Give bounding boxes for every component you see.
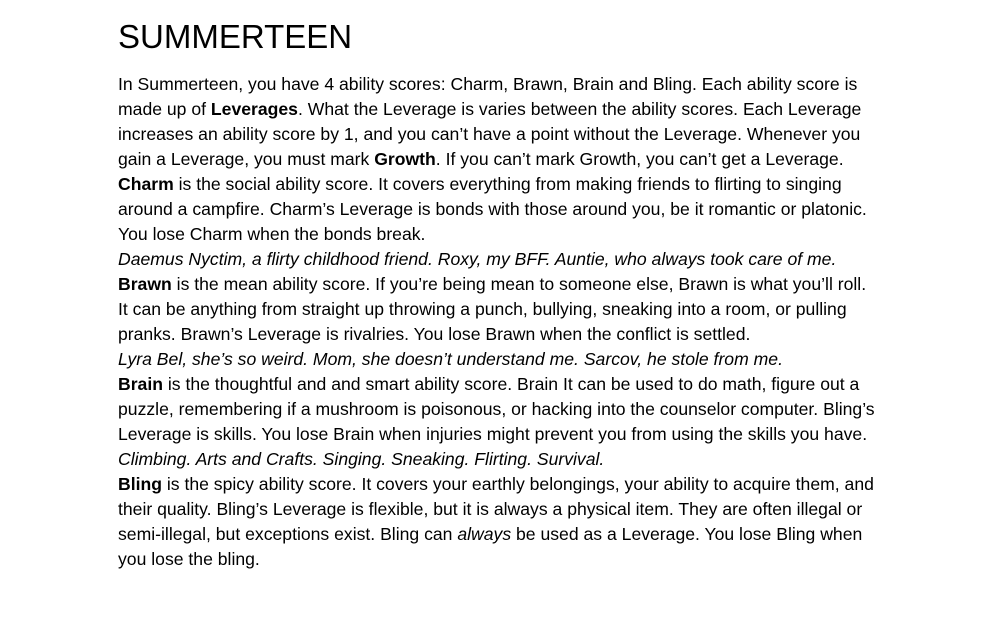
intro-paragraph: In Summerteen, you have 4 ability scores… xyxy=(118,72,878,172)
leverages-term: Leverages xyxy=(210,99,298,119)
growth-term: Growth xyxy=(374,149,436,169)
charm-description: is the social ability score. It covers e… xyxy=(118,174,867,244)
charm-term: Charm xyxy=(118,174,174,194)
brawn-examples: Lyra Bel, she’s so weird. Mom, she doesn… xyxy=(118,349,783,369)
bling-term: Bling xyxy=(118,474,162,494)
charm-paragraph: Charm is the social ability score. It co… xyxy=(118,172,878,247)
brawn-description: is the mean ability score. If you’re bei… xyxy=(118,274,867,344)
charm-examples: Daemus Nyctim, a flirty childhood friend… xyxy=(118,249,837,269)
always-emphasis: always xyxy=(457,524,512,544)
bling-paragraph: Bling is the spicy ability score. It cov… xyxy=(118,472,878,572)
brain-term: Brain xyxy=(118,374,163,394)
document-body: In Summerteen, you have 4 ability scores… xyxy=(118,72,878,572)
brain-description: is the thoughtful and and smart ability … xyxy=(118,374,875,444)
brain-examples: Climbing. Arts and Crafts. Singing. Snea… xyxy=(118,449,605,469)
intro-text-3: . If you can’t mark Growth, you can’t ge… xyxy=(435,149,844,169)
brawn-term: Brawn xyxy=(118,274,172,294)
brain-paragraph: Brain is the thoughtful and and smart ab… xyxy=(118,372,878,447)
document-title: SUMMERTEEN xyxy=(118,18,353,55)
brawn-paragraph: Brawn is the mean ability score. If you’… xyxy=(118,272,878,347)
